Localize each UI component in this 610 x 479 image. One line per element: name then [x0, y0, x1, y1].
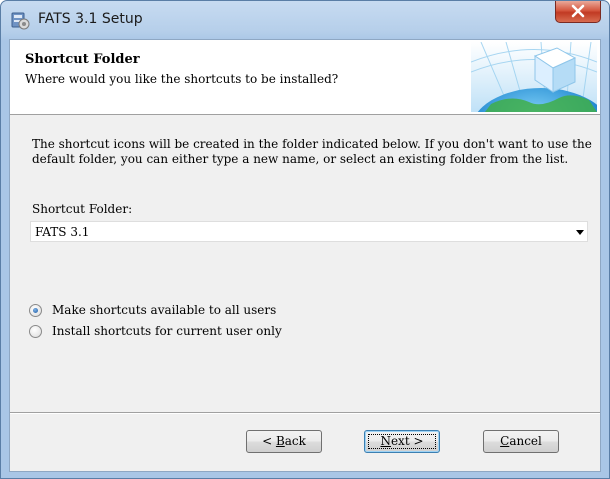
setup-window: FATS 3.1 Setup Shortcut Folder Where wou…	[0, 0, 610, 479]
shortcut-folder-value[interactable]: FATS 3.1	[35, 225, 89, 239]
setup-package-icon	[11, 12, 30, 30]
radio-all-users[interactable]: Make shortcuts available to all users	[29, 302, 276, 318]
chevron-down-icon[interactable]	[576, 230, 584, 235]
shortcut-folder-combobox[interactable]: FATS 3.1	[30, 221, 588, 242]
radio-button-all-users[interactable]	[29, 303, 42, 317]
title-bar[interactable]: FATS 3.1 Setup	[1, 1, 609, 39]
description-text: The shortcut icons will be created in th…	[32, 137, 592, 166]
next-button[interactable]: Next >	[364, 430, 440, 453]
back-button-rest: ack	[284, 434, 306, 448]
back-button-prefix: <	[262, 434, 276, 448]
cancel-button-rest: ancel	[509, 434, 542, 448]
button-area-divider	[10, 412, 600, 414]
shortcut-folder-label: Shortcut Folder:	[32, 202, 133, 216]
cancel-button[interactable]: Cancel	[483, 430, 559, 453]
back-button-mnemonic: B	[275, 434, 285, 448]
globe-cube-icon	[471, 42, 597, 112]
focus-ring	[368, 434, 436, 449]
cancel-button-mnemonic: C	[500, 434, 510, 448]
radio-label-current-user[interactable]: Install shortcuts for current user only	[52, 324, 282, 338]
radio-label-all-users[interactable]: Make shortcuts available to all users	[52, 303, 276, 317]
dialog-body: Shortcut Folder Where would you like the…	[9, 39, 601, 472]
page-title: Shortcut Folder	[25, 52, 140, 67]
page-subtitle: Where would you like the shortcuts to be…	[25, 72, 339, 86]
radio-button-current-user[interactable]	[29, 324, 42, 338]
window-title: FATS 3.1 Setup	[38, 11, 143, 27]
radio-current-user[interactable]: Install shortcuts for current user only	[29, 323, 282, 339]
close-button[interactable]	[555, 1, 601, 23]
back-button[interactable]: < Back	[246, 430, 322, 453]
close-icon	[571, 4, 585, 18]
wizard-header: Shortcut Folder Where would you like the…	[10, 40, 600, 115]
